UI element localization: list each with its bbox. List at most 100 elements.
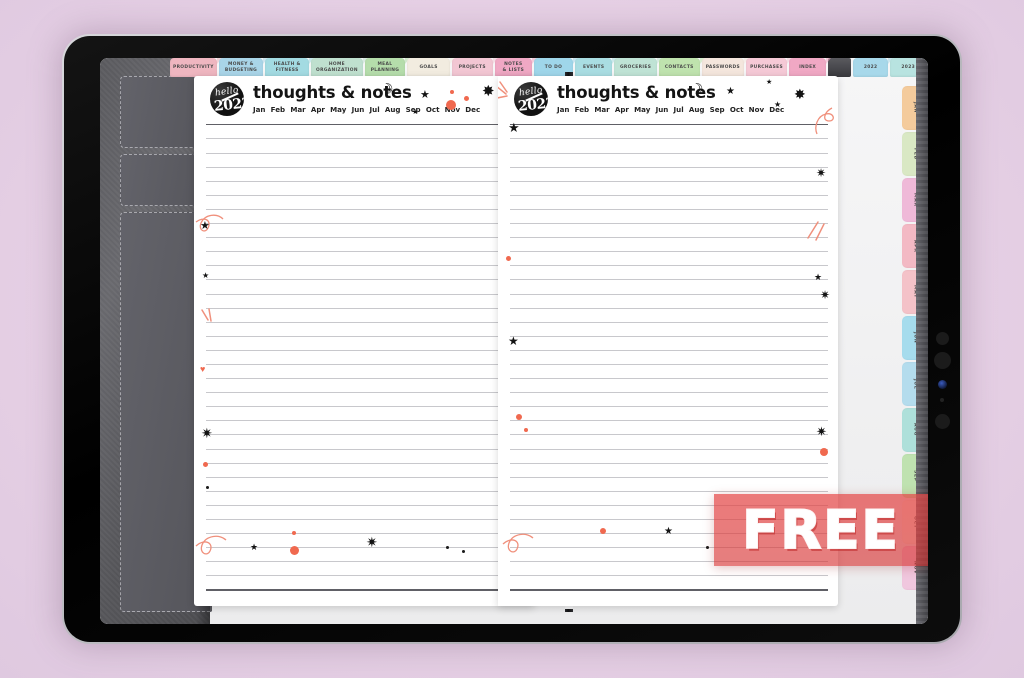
top-tab-index[interactable]: INDEX [788,58,832,77]
ruled-line [206,575,524,577]
ruled-line [510,279,828,281]
month-link-jun[interactable]: Jun [656,105,669,114]
ruled-line [510,152,828,154]
top-tab-label: INDEX [799,64,817,70]
month-row[interactable]: Jan Feb Mar Apr May Jun Jul Aug Sep Oct Nov Dec [253,105,480,114]
ruled-line [510,434,828,436]
month-link-nov[interactable]: Nov [749,105,764,114]
top-tab-label: PRODUCTIVITY [173,64,214,70]
ruled-line [510,575,828,577]
ruled-line [206,434,524,436]
month-link-dec[interactable]: Dec [769,105,784,114]
top-tab-label: NOTES & LISTS [502,62,525,73]
ruled-line [206,251,524,253]
left-page[interactable]: hello 2022 thoughts & notes Jan Feb Mar Apr… [194,76,534,606]
top-tab-groceries[interactable]: GROCERIES [614,58,662,77]
ruled-line [510,589,828,591]
month-link-may[interactable]: May [634,105,650,114]
ruled-line [206,448,524,450]
ruled-line [206,490,524,492]
top-tab-label: MEAL PLANNING [370,62,400,73]
ruled-line [206,138,524,140]
top-tab-label: GROCERIES [619,64,652,70]
month-link-may[interactable]: May [330,105,346,114]
top-tab-label: CONTACTS [664,64,694,70]
ruled-line [510,448,828,450]
month-link-sep[interactable]: Sep [406,105,421,114]
ruled-line [510,476,828,478]
page-title: thoughts & notes [253,83,412,103]
top-tab-contacts[interactable]: CONTACTS [658,58,705,77]
top-tab-label: EVENTS [583,64,605,70]
ruled-line [510,462,828,464]
tablet-body: PRODUCTIVITY MONEY & BUDGETING HEALTH & FITN… [64,36,960,642]
month-link-jan[interactable]: Jan [557,105,569,114]
camera-icon [936,332,949,345]
ruled-line [510,237,828,239]
ruled-line [510,194,828,196]
top-tab-purchases[interactable]: PURCHASES [746,58,792,77]
sensor-icon [938,380,947,389]
month-link-jul[interactable]: Jul [370,105,380,114]
ruled-line [206,223,524,225]
top-tab-label: HOME ORGANIZATION [316,62,358,73]
top-tab-home-organization[interactable]: HOME ORGANIZATION [311,58,368,77]
ruled-line [206,293,524,295]
ruled-line [206,420,524,422]
free-badge: FREE [714,494,928,566]
ruled-line [510,490,828,492]
month-link-mar[interactable]: Mar [594,105,609,114]
ruled-line [206,504,524,506]
ruled-line [510,406,828,408]
top-tab-productivity[interactable]: PRODUCTIVITY [170,58,222,77]
top-tab-label: PROJECTS [458,64,486,70]
month-link-aug[interactable]: Aug [689,105,705,114]
free-label: FREE [741,499,900,562]
top-tab-bar[interactable]: PRODUCTIVITY MONEY & BUDGETING HEALTH & FITN… [100,58,928,78]
month-link-jun[interactable]: Jun [352,105,365,114]
ruled-line [510,265,828,267]
ruled-line [206,237,524,239]
hello-2022-logo-icon: hello 2022 [514,82,548,116]
top-tab-projects[interactable]: PROJECTS [451,58,498,77]
month-row[interactable]: Jan Feb Mar Apr May Jun Jul Aug Sep Oct Nov Dec [557,105,784,114]
star-icon: ✸ [794,86,806,102]
ruled-line [510,138,828,140]
month-link-aug[interactable]: Aug [385,105,401,114]
ruled-line [206,152,524,154]
month-link-nov[interactable]: Nov [445,105,460,114]
top-tab-meal-planning[interactable]: MEAL PLANNING [364,58,411,77]
ruled-line [510,166,828,168]
month-link-jul[interactable]: Jul [674,105,684,114]
month-link-sep[interactable]: Sep [710,105,725,114]
month-link-mar[interactable]: Mar [290,105,305,114]
ruled-line [206,180,524,182]
month-link-oct[interactable]: Oct [426,105,440,114]
month-link-dec[interactable]: Dec [465,105,480,114]
top-tab-label: MONEY & BUDGETING [224,62,258,73]
month-link-jan[interactable]: Jan [253,105,265,114]
page-title: thoughts & notes [557,83,716,103]
ruled-line [510,180,828,182]
tablet-device: PRODUCTIVITY MONEY & BUDGETING HEALTH & FITN… [62,34,962,644]
ruled-line [206,392,524,394]
hello-2022-logo-icon: hello 2022 [210,82,244,116]
ruled-line [510,223,828,225]
month-link-feb[interactable]: Feb [271,105,285,114]
top-tab-notes-lists[interactable]: NOTES & LISTS [494,58,538,77]
month-link-apr[interactable]: Apr [615,105,629,114]
ruled-line [206,363,524,365]
top-tab-passwords[interactable]: PASSWORDS [701,58,749,77]
month-link-apr[interactable]: Apr [311,105,325,114]
ruled-line [206,533,524,535]
month-link-feb[interactable]: Feb [575,105,589,114]
tablet-screen[interactable]: PRODUCTIVITY MONEY & BUDGETING HEALTH & FITN… [100,58,928,624]
mic-icon [940,398,944,402]
top-tab-money-budgeting[interactable]: MONEY & BUDGETING [218,58,269,77]
page-header: hello 2022 thoughts & notes Jan Feb Mar Apr… [514,82,784,116]
top-tab-2022[interactable]: 2022 [852,58,893,77]
month-link-oct[interactable]: Oct [730,105,744,114]
top-tab-goals[interactable]: GOALS [407,58,455,77]
top-tab-health-fitness[interactable]: HEALTH & FITNESS [265,58,315,77]
logo-year-text: 2022 [517,95,548,115]
